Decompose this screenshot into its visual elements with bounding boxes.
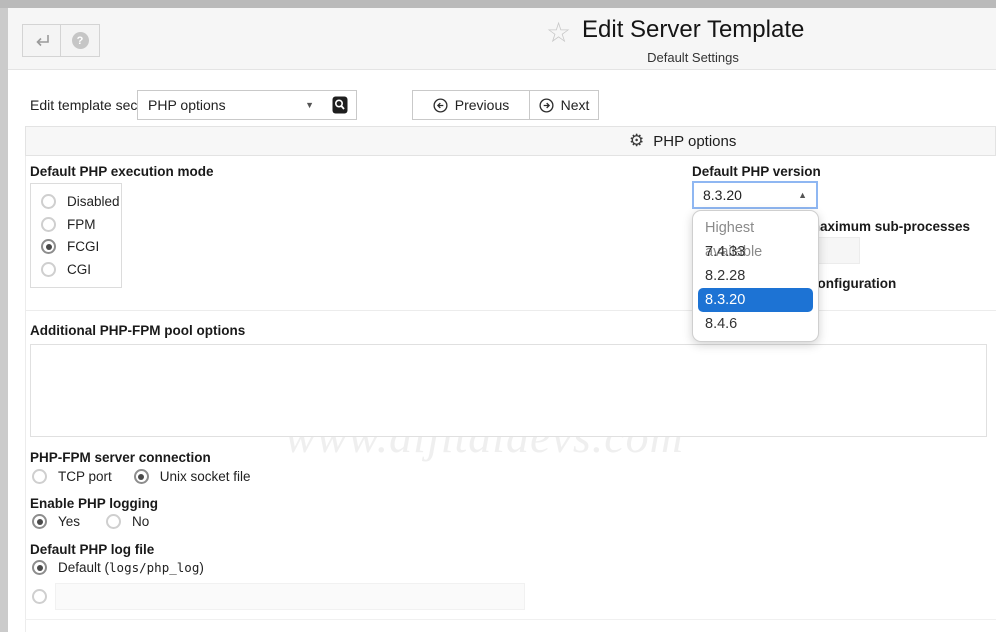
radio-icon	[106, 514, 121, 529]
radio-label: Yes	[58, 514, 80, 529]
radio-tcp-port[interactable]: TCP port	[32, 469, 112, 484]
logging-group: Yes No	[32, 514, 149, 529]
max-subprocesses-label: maximum sub-processes	[808, 219, 970, 234]
gear-icon: ⚙	[629, 131, 644, 151]
chevron-up-icon: ▲	[798, 190, 807, 200]
dropdown-option-8228[interactable]: 8.2.28	[693, 264, 818, 288]
server-connection-group: TCP port Unix socket file	[32, 469, 251, 484]
magnifier-document-icon	[332, 96, 348, 114]
prev-next-group: Previous Next	[412, 90, 599, 120]
panel-border	[25, 156, 26, 632]
radio-icon	[41, 194, 56, 209]
section-title: ⚙ PHP options	[629, 127, 736, 155]
radio-label: FPM	[67, 217, 96, 232]
section-header-bar: ⚙ PHP options	[25, 126, 996, 156]
radio-icon-selected	[32, 514, 47, 529]
page-title: Edit Server Template	[582, 16, 804, 44]
radio-label: Disabled	[67, 194, 120, 209]
back-button[interactable]	[22, 24, 61, 57]
page-header: ? ☆ Edit Server Template Default Setting…	[8, 8, 996, 70]
log-path-code: logs/php_log	[109, 560, 199, 575]
radio-logging-no[interactable]: No	[106, 514, 149, 529]
custom-log-file-input[interactable]	[55, 583, 525, 610]
window-top-strip	[0, 0, 996, 8]
radio-icon	[32, 589, 47, 604]
bottom-divider	[25, 619, 996, 620]
radio-label: FCGI	[67, 239, 99, 254]
radio-disabled[interactable]: Disabled	[41, 194, 111, 209]
page-subtitle: Default Settings	[582, 50, 804, 65]
radio-unix-socket[interactable]: Unix socket file	[134, 469, 251, 484]
server-connection-label: PHP-FPM server connection	[30, 450, 211, 465]
help-button[interactable]: ?	[61, 24, 100, 57]
radio-icon-selected	[32, 560, 47, 575]
radio-log-default[interactable]: Default (logs/php_log)	[32, 560, 204, 575]
pool-options-textarea[interactable]	[30, 344, 987, 437]
next-label: Next	[561, 97, 590, 113]
log-default-text: Default (logs/php_log)	[58, 560, 204, 575]
radio-cgi[interactable]: CGI	[41, 262, 111, 277]
radio-icon	[32, 469, 47, 484]
php-version-value: 8.3.20	[703, 187, 742, 203]
template-section-value: PHP options	[148, 97, 226, 113]
dropdown-option-highest[interactable]: Highest available	[693, 216, 818, 240]
logging-label: Enable PHP logging	[30, 496, 158, 511]
radio-icon	[41, 262, 56, 277]
dropdown-option-846[interactable]: 8.4.6	[693, 312, 818, 336]
preview-section-button[interactable]	[324, 90, 357, 120]
pool-options-label: Additional PHP-FPM pool options	[30, 323, 245, 338]
radio-icon-selected	[134, 469, 149, 484]
radio-icon-selected	[41, 239, 56, 254]
dropdown-option-8320-selected[interactable]: 8.3.20	[698, 288, 813, 312]
header-button-group: ?	[22, 24, 100, 57]
chevron-down-icon: ▼	[305, 100, 314, 110]
configuration-label: configuration	[810, 276, 896, 291]
next-button[interactable]: Next	[530, 90, 599, 120]
radio-fcgi[interactable]: FCGI	[41, 239, 111, 254]
back-arrow-icon	[33, 33, 51, 49]
circle-arrow-left-icon	[433, 98, 448, 113]
help-icon: ?	[72, 32, 89, 49]
php-version-select[interactable]: 8.3.20 ▲	[692, 181, 818, 209]
previous-button[interactable]: Previous	[412, 90, 530, 120]
execution-mode-group: Disabled FPM FCGI CGI	[30, 183, 122, 288]
php-version-dropdown: Highest available 7.4.33 8.2.28 8.3.20 8…	[692, 210, 819, 342]
radio-logging-yes[interactable]: Yes	[32, 514, 80, 529]
radio-label: No	[132, 514, 149, 529]
radio-icon	[41, 217, 56, 232]
radio-label: CGI	[67, 262, 91, 277]
execution-mode-label: Default PHP execution mode	[30, 164, 214, 179]
radio-log-custom[interactable]	[32, 589, 47, 604]
previous-label: Previous	[455, 97, 509, 113]
star-icon[interactable]: ☆	[546, 16, 571, 50]
radio-fpm[interactable]: FPM	[41, 217, 111, 232]
radio-label: TCP port	[58, 469, 112, 484]
php-version-label: Default PHP version	[692, 164, 821, 179]
circle-arrow-right-icon	[539, 98, 554, 113]
row-divider	[25, 310, 996, 311]
template-section-select[interactable]: PHP options ▼	[137, 90, 325, 120]
log-file-label: Default PHP log file	[30, 542, 154, 557]
section-title-text: PHP options	[653, 133, 736, 150]
radio-label: Unix socket file	[160, 469, 251, 484]
sidebar-edge-strip	[0, 8, 8, 632]
